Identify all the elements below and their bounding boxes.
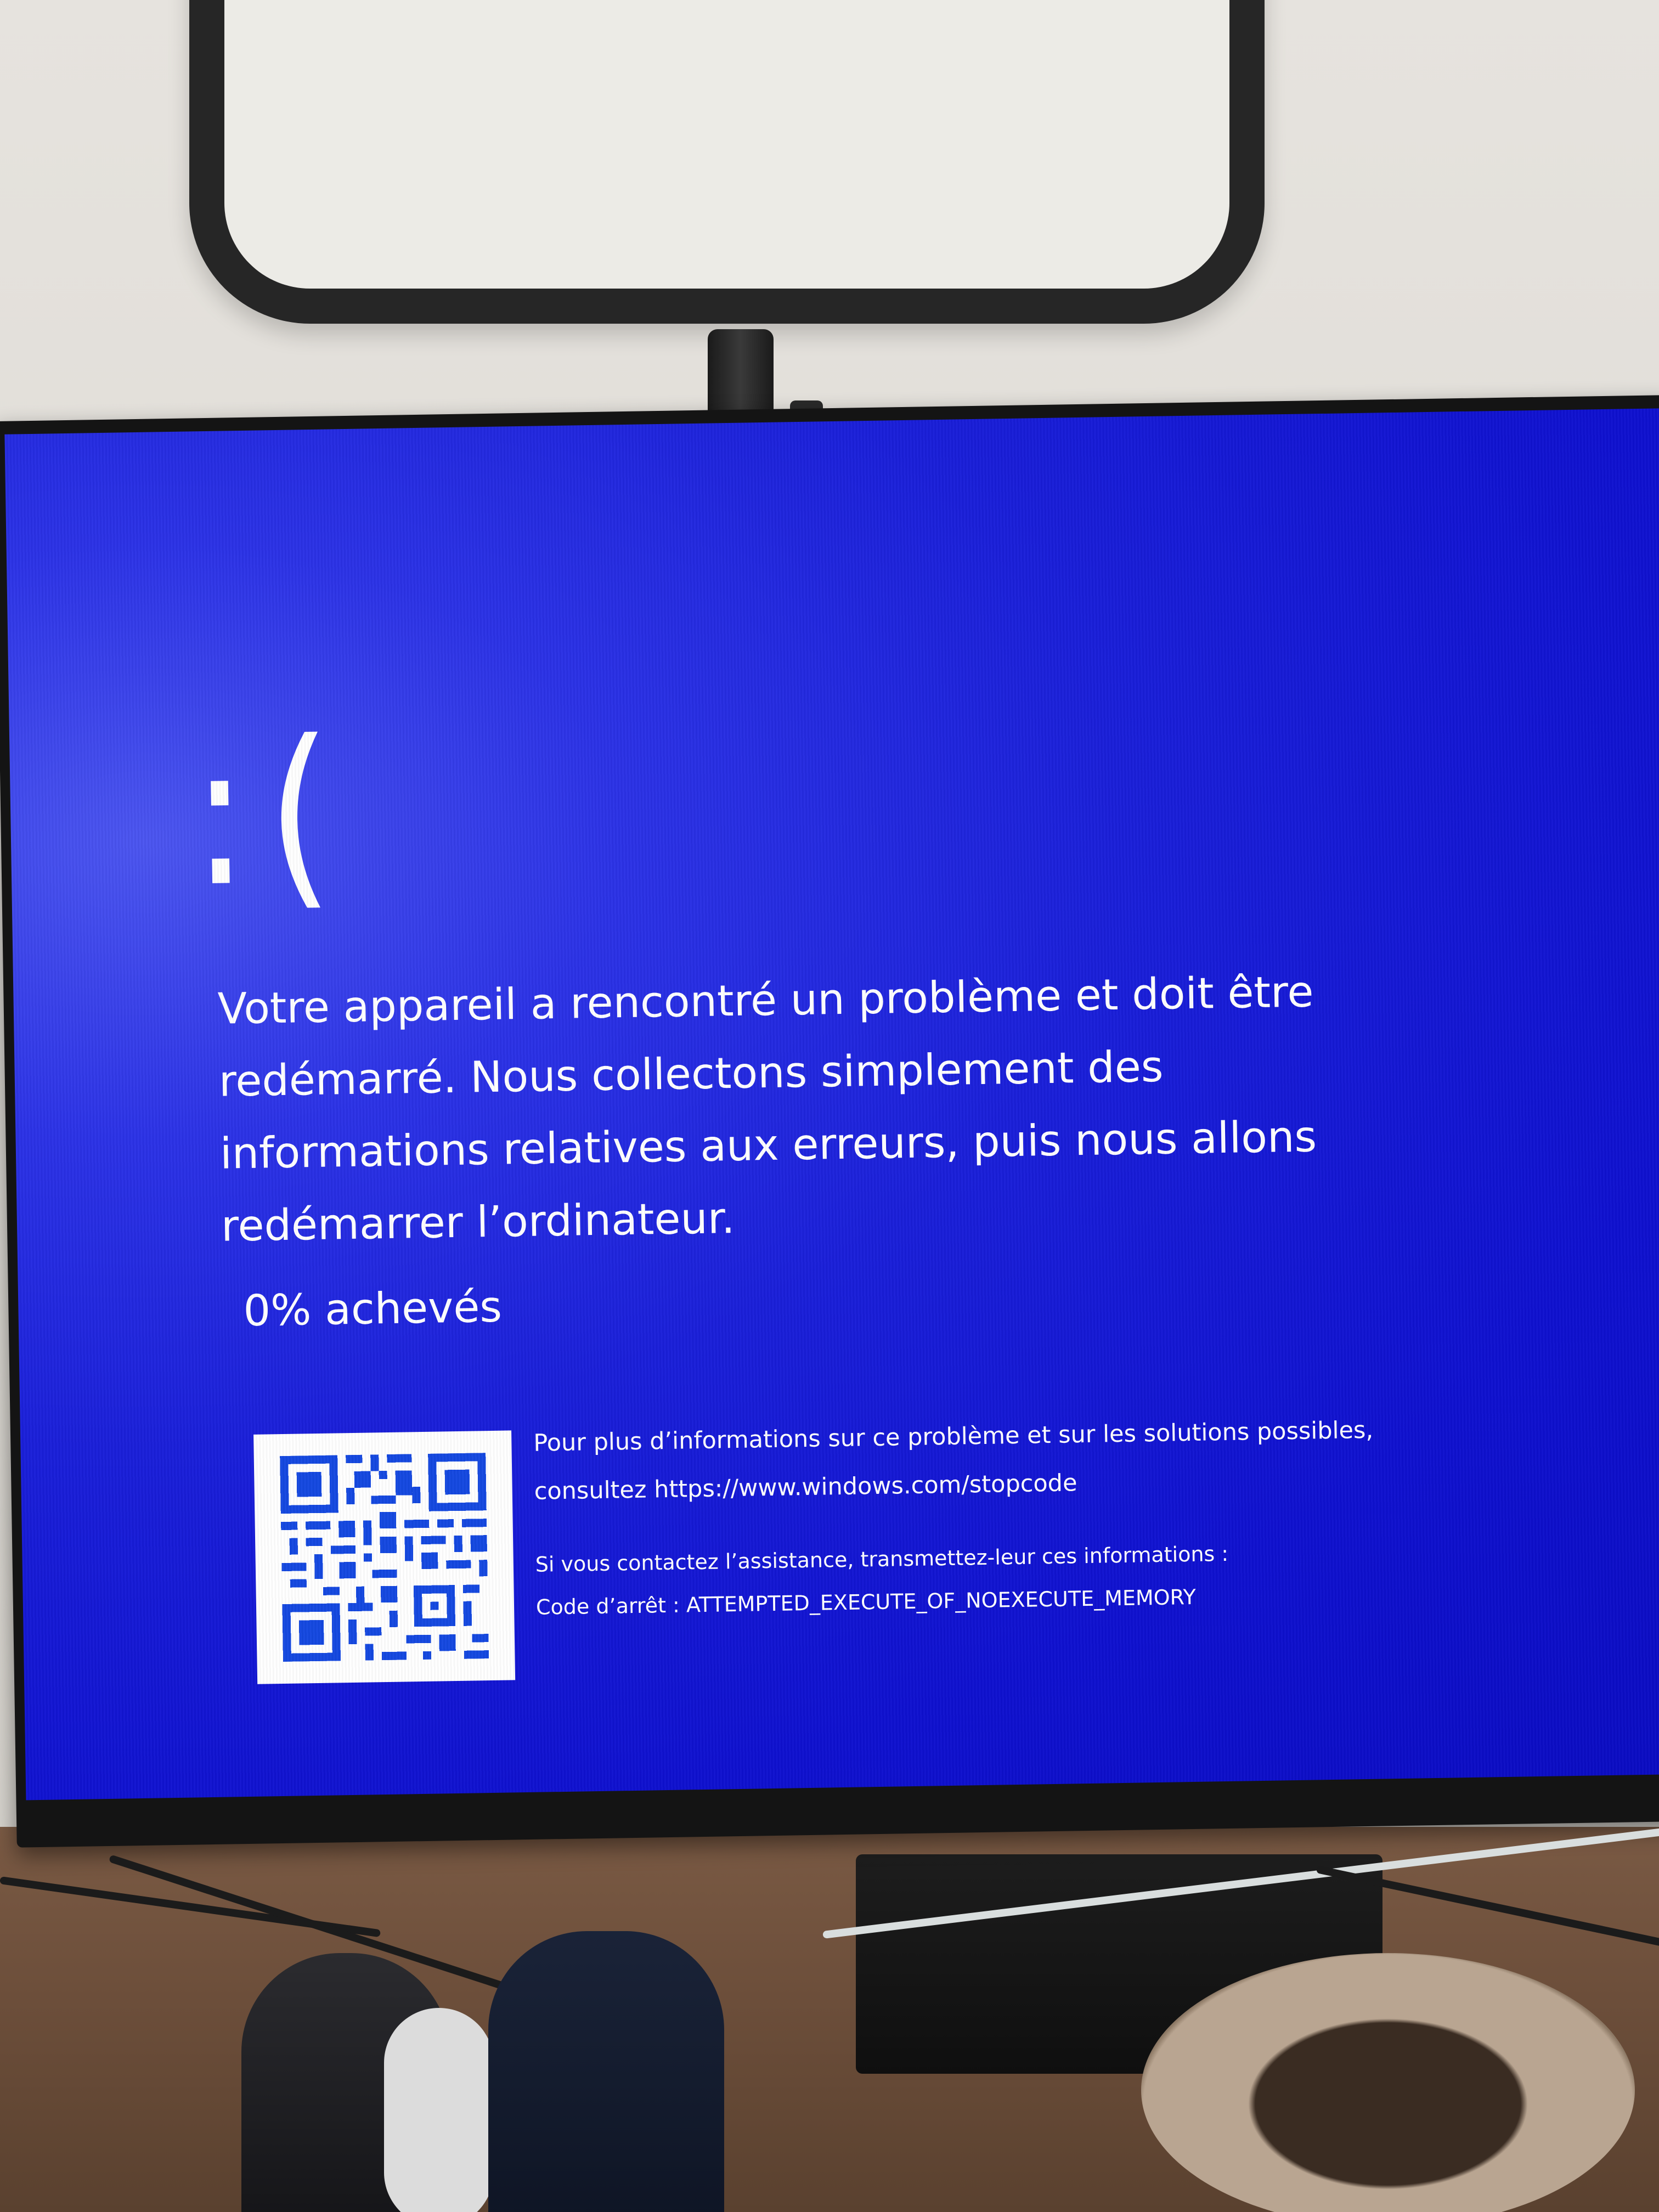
more-info-text: Pour plus d’informations sur ce problème… [533,1416,1374,1505]
qr-code-icon [253,1430,516,1684]
sad-face-emoticon: :( [190,697,353,930]
monitor: :( Votre appareil a rencontré un problèm… [0,394,1659,1848]
blue-screen: :( Votre appareil a rencontré un problèm… [4,408,1659,1801]
progress-text: 0% achevés [242,1282,503,1336]
details-block: Pour plus d’informations sur ce problème… [533,1404,1469,1629]
headphone-cup [384,2008,494,2212]
photo-scene: :( Votre appareil a rencontré un problèm… [0,0,1659,2212]
headphone-cup [488,1931,724,2212]
error-message: Votre appareil a rencontré un problème e… [217,967,1317,1251]
ring-light [189,0,1265,324]
headphones [241,1909,867,2212]
qr-code-graphic [280,1453,489,1662]
headphone-earpad [1141,1953,1635,2212]
